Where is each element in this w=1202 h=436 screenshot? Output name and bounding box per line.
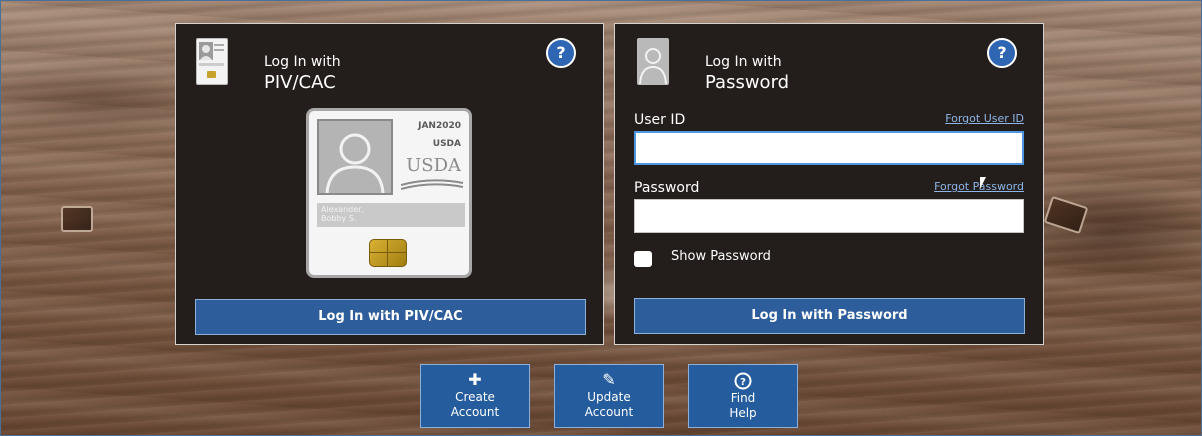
create-account-line2: Account <box>450 405 500 419</box>
wood-background: Log In with PIV/CAC ? JAN2020 USDA USDA … <box>0 0 1202 436</box>
usda-logo: USDA <box>406 155 461 176</box>
update-account-line2: Account <box>584 405 634 419</box>
update-account-line1: Update <box>587 390 631 404</box>
find-help-button[interactable]: ? Find Help <box>688 364 798 428</box>
user-id-input[interactable] <box>634 131 1024 165</box>
card-date: JAN2020 <box>418 121 461 131</box>
password-input[interactable] <box>634 199 1024 233</box>
user-avatar-icon <box>637 38 669 85</box>
forgot-user-id-link[interactable]: Forgot User ID <box>945 112 1024 125</box>
password-title-line2: Password <box>705 72 790 93</box>
piv-login-panel: Log In with PIV/CAC ? JAN2020 USDA USDA … <box>175 23 604 345</box>
find-help-line1: Find <box>730 390 756 405</box>
login-piv-button[interactable]: Log In with PIV/CAC <box>195 299 586 335</box>
password-title-line1: Log In with <box>705 54 782 70</box>
user-id-label: User ID <box>634 112 686 128</box>
create-account-button[interactable]: ✚ Create Account <box>420 364 530 428</box>
piv-title-line2: PIV/CAC <box>264 72 336 93</box>
person-silhouette-icon <box>325 133 385 193</box>
pencil-icon: ✎ <box>602 370 616 389</box>
plus-icon: ✚ <box>468 370 482 389</box>
wood-knot-left <box>61 206 93 232</box>
card-photo <box>317 119 393 195</box>
wood-knot-right <box>1043 195 1089 235</box>
card-holder-name: Alexander, Bobby S. <box>317 203 465 227</box>
piv-card-illustration: JAN2020 USDA USDA Alexander, Bobby S. <box>306 108 472 278</box>
mouse-cursor-icon <box>980 177 986 189</box>
find-help-line2: Help <box>729 405 757 420</box>
login-password-button[interactable]: Log In with Password <box>634 298 1025 334</box>
usda-swoosh-icon <box>401 179 463 190</box>
svg-text:?: ? <box>740 377 746 388</box>
card-agency: USDA <box>432 139 461 149</box>
smart-chip-icon <box>369 239 407 267</box>
create-account-line1: Create <box>455 390 495 404</box>
piv-card-icon <box>196 38 228 85</box>
piv-help-button[interactable]: ? <box>546 38 576 68</box>
password-help-button[interactable]: ? <box>987 38 1017 68</box>
password-label: Password <box>634 180 700 196</box>
show-password-label[interactable]: Show Password <box>671 249 771 264</box>
show-password-checkbox[interactable] <box>634 251 652 267</box>
question-circle-icon: ? <box>689 371 797 390</box>
update-account-button[interactable]: ✎ Update Account <box>554 364 664 428</box>
piv-title-line1: Log In with <box>264 54 341 70</box>
